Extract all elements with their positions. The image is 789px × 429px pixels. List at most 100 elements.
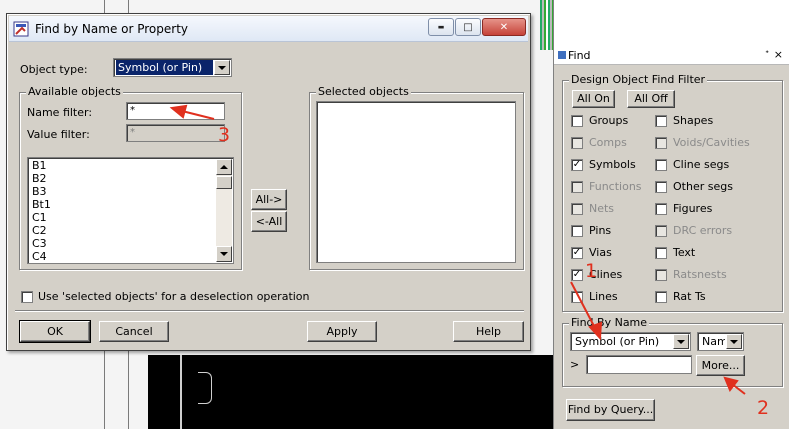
- list-item[interactable]: Bt1: [29, 198, 215, 211]
- chevron-down-icon[interactable]: [214, 60, 230, 75]
- object-type-label: Object type:: [20, 63, 88, 76]
- dialog-titlebar[interactable]: Find by Name or Property ▬ □ ✕: [9, 16, 528, 42]
- scroll-down-button[interactable]: [216, 246, 232, 262]
- filter-label-text: Text: [673, 246, 696, 259]
- list-items: B1 B2 B3 Bt1 C1 C2 C3 C4: [29, 159, 215, 263]
- list-item[interactable]: C2: [29, 224, 215, 237]
- maximize-icon: □: [463, 21, 473, 33]
- checkbox-clines[interactable]: ✓: [571, 269, 583, 281]
- checkbox-groups[interactable]: [571, 115, 583, 127]
- filter-label-rat-ts: Rat Ts: [673, 290, 706, 303]
- filter-label-shapes: Shapes: [673, 114, 714, 127]
- chevron-down-icon[interactable]: [673, 334, 689, 349]
- deselection-label: Use 'selected objects' for a deselection…: [38, 290, 310, 303]
- list-item[interactable]: B2: [29, 172, 215, 185]
- filter-label-voids-cavities: Voids/Cavities: [673, 136, 750, 149]
- checkbox-vias[interactable]: ✓: [571, 247, 583, 259]
- checkbox-figures[interactable]: [655, 203, 667, 215]
- filter-label-lines: Lines: [589, 290, 618, 303]
- close-icon: ✕: [499, 21, 509, 33]
- filter-label-vias: Vias: [589, 246, 612, 259]
- deselection-checkbox[interactable]: [21, 291, 33, 303]
- checkbox-other-segs[interactable]: [655, 181, 667, 193]
- ok-button[interactable]: OK: [19, 320, 91, 343]
- find-name-input[interactable]: [586, 355, 692, 374]
- app-icon: [13, 21, 29, 37]
- value-filter-input: *: [126, 124, 225, 142]
- filter-label-drc-errors: DRC errors: [673, 224, 733, 237]
- object-type-select[interactable]: Symbol (or Pin): [113, 58, 232, 77]
- checkbox-text[interactable]: [655, 247, 667, 259]
- cancel-button[interactable]: Cancel: [99, 321, 169, 342]
- minimize-button[interactable]: ▬: [428, 18, 454, 36]
- remove-all-button[interactable]: <-All: [251, 211, 287, 232]
- name-filter-label: Name filter:: [27, 106, 93, 119]
- filter-label-symbols: Symbols: [589, 158, 636, 171]
- close-icon[interactable]: ×: [774, 48, 783, 61]
- pin-icon[interactable]: ᐩ: [765, 49, 769, 60]
- board-outline: [180, 355, 182, 429]
- find-panel-title: Find: [568, 49, 591, 62]
- name-filter-input[interactable]: *: [126, 102, 225, 120]
- checkbox-ratsnests: [655, 269, 667, 281]
- annotation-label-3: 3: [218, 124, 231, 146]
- annotation-label-2: 2: [757, 397, 770, 419]
- canvas-traces: [540, 0, 553, 50]
- list-item[interactable]: C3: [29, 237, 215, 250]
- list-item[interactable]: C4: [29, 250, 215, 263]
- list-item[interactable]: C1: [29, 211, 215, 224]
- filter-label-groups: Groups: [589, 114, 629, 127]
- find-icon: [558, 51, 566, 59]
- checkbox-symbols[interactable]: ✓: [571, 159, 583, 171]
- chevron-down-icon: [220, 252, 228, 256]
- checkbox-nets: [571, 203, 583, 215]
- maximize-button[interactable]: □: [455, 18, 481, 36]
- list-item[interactable]: B3: [29, 185, 215, 198]
- filter-label-figures: Figures: [673, 202, 713, 215]
- panel-divider: [553, 0, 554, 45]
- help-button[interactable]: Help: [453, 321, 524, 342]
- annotation-label-1: 1: [585, 260, 598, 282]
- checkbox-comps: [571, 137, 583, 149]
- filter-label-comps: Comps: [589, 136, 627, 149]
- all-off-button[interactable]: All Off: [627, 90, 675, 108]
- checkbox-shapes[interactable]: [655, 115, 667, 127]
- add-all-button[interactable]: All->: [251, 189, 287, 210]
- find-type-select[interactable]: Symbol (or Pin): [570, 332, 691, 351]
- checkbox-pins[interactable]: [571, 225, 583, 237]
- filter-label-ratsnests: Ratsnests: [673, 268, 727, 281]
- more-button[interactable]: More...: [696, 355, 745, 376]
- value-filter-label: Value filter:: [27, 128, 90, 141]
- selected-objects-title: Selected objects: [316, 85, 411, 98]
- chevron-down-icon[interactable]: [726, 334, 742, 349]
- scroll-thumb[interactable]: [216, 176, 232, 189]
- checkbox-lines[interactable]: [571, 291, 583, 303]
- checkbox-cline-segs[interactable]: [655, 159, 667, 171]
- find-by-query-button[interactable]: Find by Query...: [566, 399, 655, 421]
- find-by-name-title: Find By Name: [569, 316, 650, 329]
- filter-label-cline-segs: Cline segs: [673, 158, 730, 171]
- find-panel-header: Find ᐩ ×: [554, 45, 789, 65]
- scroll-up-button[interactable]: [216, 159, 232, 175]
- find-type-value: Symbol (or Pin): [575, 335, 660, 348]
- checkbox-rat-ts[interactable]: [655, 291, 667, 303]
- available-objects-list[interactable]: B1 B2 B3 Bt1 C1 C2 C3 C4: [27, 157, 234, 264]
- find-by-name-dialog: Find by Name or Property ▬ □ ✕ Object ty…: [6, 13, 531, 351]
- filter-label-other-segs: Other segs: [673, 180, 733, 193]
- find-mode-select[interactable]: Name: [697, 332, 744, 351]
- available-objects-title: Available objects: [26, 85, 123, 98]
- apply-button[interactable]: Apply: [307, 321, 377, 342]
- prompt-icon: >: [570, 358, 580, 371]
- checkbox-voids-cavities: [655, 137, 667, 149]
- list-scrollbar[interactable]: [216, 159, 232, 262]
- list-item[interactable]: B1: [29, 159, 215, 172]
- close-button[interactable]: ✕: [482, 18, 526, 36]
- selected-objects-list[interactable]: [316, 101, 516, 263]
- minimize-icon: ▬: [437, 23, 445, 31]
- filter-label-nets: Nets: [589, 202, 615, 215]
- all-on-button[interactable]: All On: [572, 90, 615, 108]
- object-type-value: Symbol (or Pin): [116, 60, 213, 75]
- chevron-up-icon: [220, 165, 228, 169]
- dialog-separator: [15, 310, 524, 311]
- find-panel: Find ᐩ × Design Object Find Filter All O…: [553, 45, 789, 429]
